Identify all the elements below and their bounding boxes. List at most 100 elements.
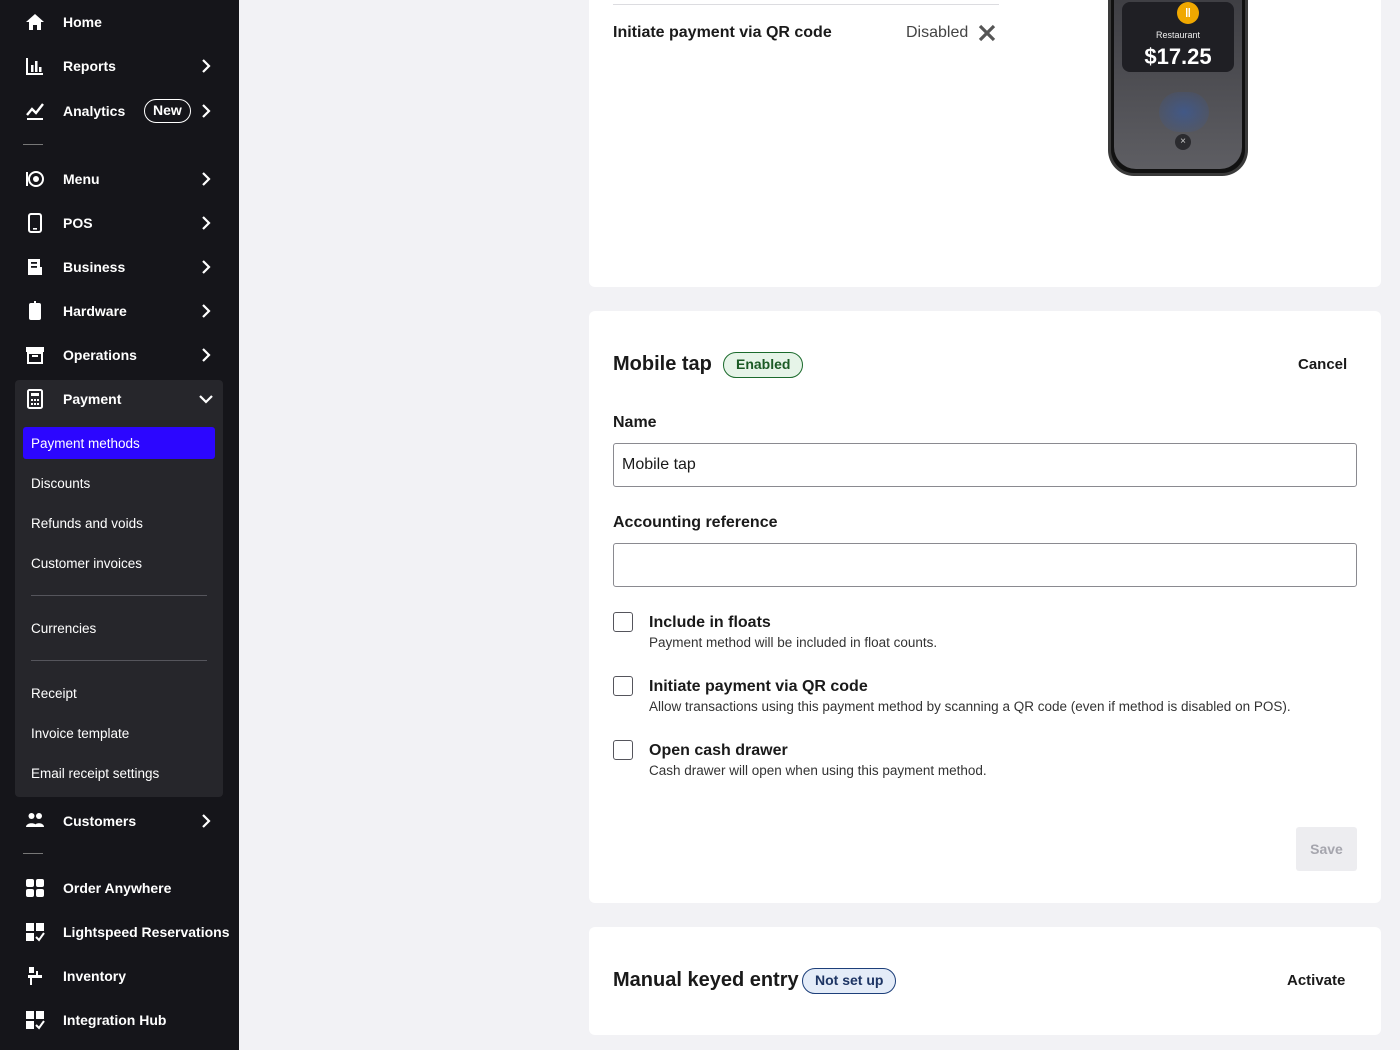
chevron-right-icon <box>199 348 213 362</box>
sidebar-item-reports[interactable]: Reports <box>0 46 239 86</box>
sidebar-item-operations[interactable]: Operations <box>0 335 239 375</box>
sidebar-item-label: Inventory <box>63 968 127 984</box>
submenu-item-discounts[interactable]: Discounts <box>23 467 215 499</box>
tablet-icon <box>25 213 45 233</box>
sidebar-item-label: Customers <box>63 813 137 829</box>
sidebar-divider <box>23 144 43 145</box>
sidebar-item-label: Home <box>63 14 102 30</box>
trend-icon <box>25 101 45 121</box>
new-badge: New <box>144 99 191 123</box>
accounting-reference-label: Accounting reference <box>613 514 778 531</box>
chevron-right-icon <box>199 216 213 230</box>
include-in-floats-title: Include in floats <box>649 614 771 631</box>
chevron-right-icon <box>199 814 213 828</box>
chevron-right-icon <box>199 304 213 318</box>
sidebar-item-label: POS <box>63 215 93 231</box>
qr-code-title: Initiate payment via QR code <box>649 678 868 695</box>
name-input[interactable] <box>613 443 1357 487</box>
qr-code-checkbox[interactable] <box>613 676 633 696</box>
grid-icon <box>25 878 45 898</box>
accounting-reference-input[interactable] <box>613 543 1357 587</box>
card-title: Mobile tap <box>613 353 712 375</box>
chevron-right-icon <box>199 104 213 118</box>
submenu-item-receipt[interactable]: Receipt <box>23 677 215 709</box>
close-icon: × <box>1175 134 1191 150</box>
sidebar-item-label: Payment <box>63 391 122 407</box>
open-cash-drawer-description: Cash drawer will open when using this pa… <box>649 763 987 778</box>
sidebar-item-label: Operations <box>63 347 137 363</box>
fork-knife-icon: ǁ <box>1177 2 1199 24</box>
qr-payment-label: Initiate payment via QR code <box>613 24 832 41</box>
sidebar: Home Reports Analytics New Menu POS Busi… <box>0 0 239 1050</box>
sidebar-item-label: Lightspeed Reservations <box>63 924 230 940</box>
sidebar-item-label: Menu <box>63 171 100 187</box>
sidebar-item-integration-hub[interactable]: Integration Hub <box>0 1000 239 1040</box>
archive-icon <box>25 345 45 365</box>
include-in-floats-description: Payment method will be included in float… <box>649 635 938 650</box>
sidebar-item-label: Integration Hub <box>63 1012 167 1028</box>
hardware-icon <box>25 301 45 321</box>
calculator-icon <box>25 389 45 409</box>
submenu-item-email-receipt-settings[interactable]: Email receipt settings <box>23 757 215 789</box>
submenu-item-payment-methods[interactable]: Payment methods <box>23 427 215 459</box>
phone-illustration: ǁ Restaurant $17.25 × <box>1108 0 1248 176</box>
sidebar-item-label: Order Anywhere <box>63 880 172 896</box>
sidebar-item-pos[interactable]: POS <box>0 203 239 243</box>
apps-check-icon <box>25 922 45 942</box>
activate-button[interactable]: Activate <box>1287 972 1345 989</box>
chevron-right-icon <box>199 172 213 186</box>
card-title: Manual keyed entry <box>613 969 799 991</box>
mobile-tap-card <box>589 311 1381 903</box>
submenu-divider <box>31 595 207 596</box>
submenu-item-invoice-template[interactable]: Invoice template <box>23 717 215 749</box>
status-badge-enabled: Enabled <box>723 352 804 378</box>
submenu-item-currencies[interactable]: Currencies <box>23 612 215 644</box>
apps-check-icon <box>25 1010 45 1030</box>
open-cash-drawer-title: Open cash drawer <box>649 742 788 759</box>
sidebar-item-label: Hardware <box>63 303 127 319</box>
home-icon <box>25 12 45 32</box>
save-button[interactable]: Save <box>1296 827 1357 871</box>
sidebar-item-hardware[interactable]: Hardware <box>0 291 239 331</box>
submenu-item-refunds-and-voids[interactable]: Refunds and voids <box>23 507 215 539</box>
bar-chart-icon <box>25 56 45 76</box>
sidebar-item-customers[interactable]: Customers <box>0 801 239 841</box>
sidebar-item-label: Analytics <box>63 103 126 119</box>
inventory-icon <box>25 966 45 986</box>
qr-payment-status: Disabled <box>906 24 969 41</box>
payment-submenu-panel: Payment Payment methods Discounts Refund… <box>15 380 223 797</box>
chevron-right-icon <box>199 59 213 73</box>
sidebar-divider <box>23 853 43 854</box>
people-icon <box>25 811 45 831</box>
status-badge-not-set-up: Not set up <box>802 968 897 994</box>
qr-code-card <box>589 0 1381 287</box>
open-cash-drawer-checkbox[interactable] <box>613 740 633 760</box>
payment-preview-box: ǁ Restaurant $17.25 <box>1122 2 1234 72</box>
chevron-right-icon <box>199 260 213 274</box>
cancel-button[interactable]: Cancel <box>1298 356 1347 373</box>
row-divider <box>613 4 999 5</box>
qr-code-description: Allow transactions using this payment me… <box>649 699 1291 714</box>
chevron-down-icon <box>199 392 213 406</box>
business-icon <box>25 257 45 277</box>
menu-dish-icon <box>25 169 45 189</box>
sidebar-item-order-anywhere[interactable]: Order Anywhere <box>0 868 239 908</box>
sidebar-item-label: Business <box>63 259 126 275</box>
sidebar-item-label: Reports <box>63 58 116 74</box>
close-x-icon <box>977 23 997 43</box>
sidebar-item-home[interactable]: Home <box>0 2 239 42</box>
phone-screen: ǁ Restaurant $17.25 × <box>1114 0 1242 169</box>
sidebar-item-menu[interactable]: Menu <box>0 159 239 199</box>
sidebar-item-inventory[interactable]: Inventory <box>0 956 239 996</box>
submenu-divider <box>31 660 207 661</box>
sidebar-item-payment[interactable]: Payment <box>0 379 239 419</box>
include-in-floats-checkbox[interactable] <box>613 612 633 632</box>
payment-amount: $17.25 <box>1144 44 1212 69</box>
sidebar-item-lightspeed-reservations[interactable]: Lightspeed Reservations <box>0 912 239 952</box>
submenu-item-customer-invoices[interactable]: Customer invoices <box>23 547 215 579</box>
name-label: Name <box>613 414 657 431</box>
sidebar-item-analytics[interactable]: Analytics New <box>0 91 239 131</box>
merchant-name: Restaurant <box>1155 30 1201 40</box>
sidebar-item-business[interactable]: Business <box>0 247 239 287</box>
tap-glow <box>1159 92 1209 132</box>
